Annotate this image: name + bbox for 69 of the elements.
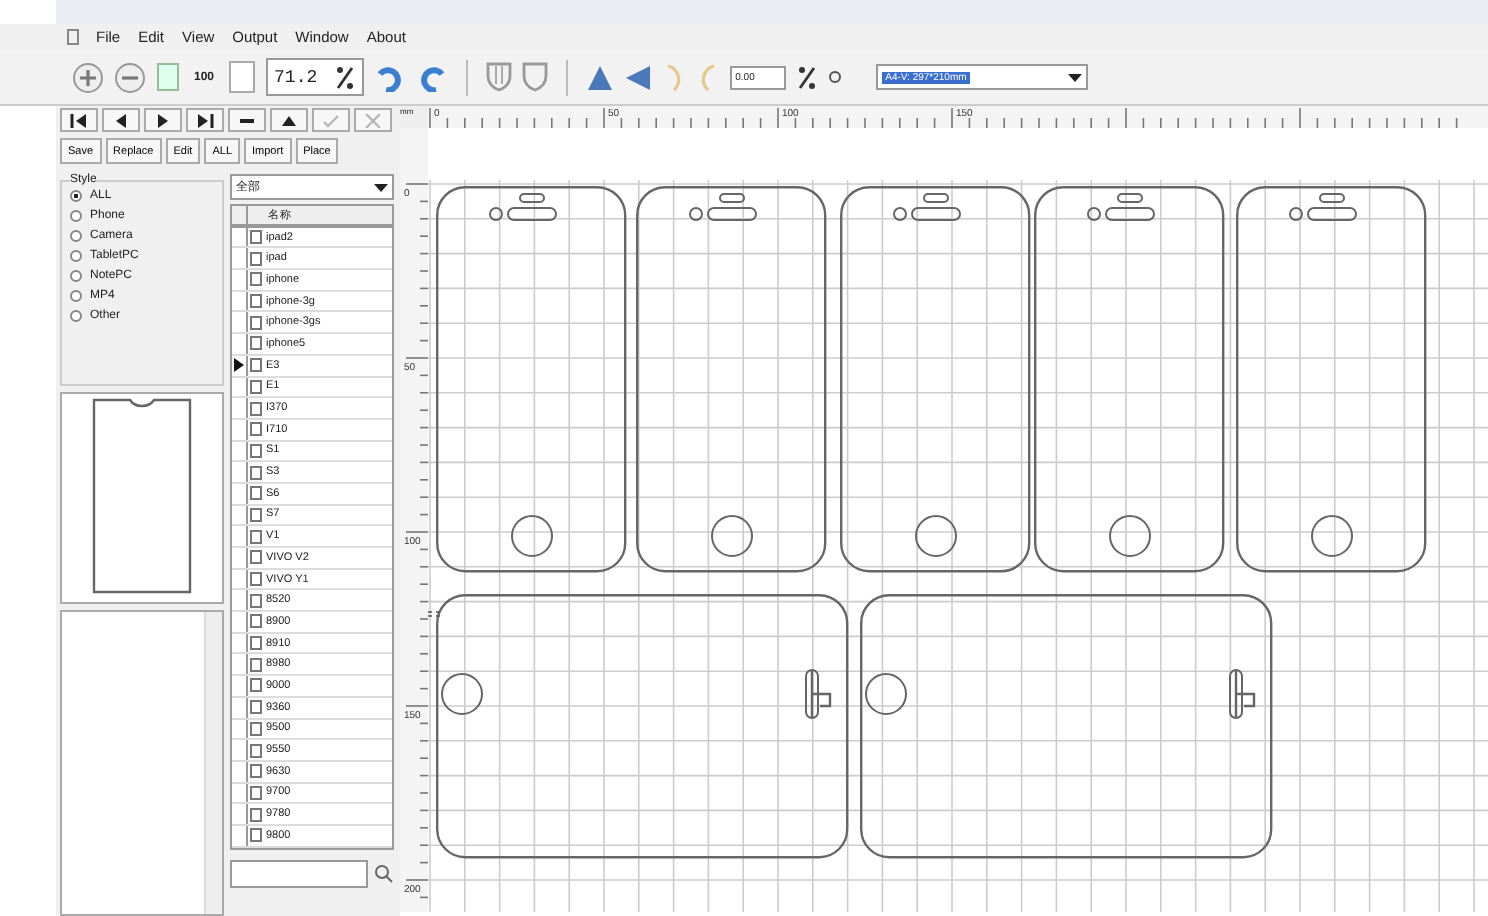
row-checkbox[interactable]	[250, 785, 262, 800]
phone-template[interactable]	[436, 594, 849, 859]
row-checkbox[interactable]	[250, 379, 262, 394]
row-checkbox[interactable]	[250, 336, 262, 351]
previous-icon	[112, 113, 130, 127]
scrollbar[interactable]	[204, 612, 222, 914]
next-icon	[154, 113, 172, 127]
row-checkbox[interactable]	[250, 465, 262, 480]
row-checkbox[interactable]	[250, 807, 262, 822]
skip-first-icon	[70, 113, 88, 127]
row-checkbox[interactable]	[250, 636, 262, 651]
row-checkbox[interactable]	[250, 721, 262, 736]
row-checkbox[interactable]	[250, 657, 262, 672]
row-checkbox[interactable]	[250, 401, 262, 416]
zoom-out-icon[interactable]	[114, 61, 146, 93]
row-checkbox[interactable]	[250, 550, 262, 565]
phone-template[interactable]	[636, 186, 827, 573]
row-checkbox[interactable]	[250, 507, 262, 522]
search-icon[interactable]	[372, 862, 394, 885]
phone-template[interactable]	[1236, 186, 1427, 573]
row-checkbox[interactable]	[250, 678, 262, 693]
row-checkbox[interactable]	[250, 230, 262, 245]
zoom-in-icon[interactable]	[72, 61, 104, 93]
minus-icon	[238, 113, 256, 127]
percent-icon	[333, 63, 356, 91]
phone-template[interactable]	[840, 186, 1031, 573]
next-nav-button[interactable]	[144, 108, 182, 132]
row-checkbox[interactable]	[250, 294, 262, 309]
row-checkbox[interactable]	[250, 443, 262, 458]
remove-nav-button[interactable]	[228, 108, 266, 132]
dropdown-arrow-icon	[374, 183, 388, 191]
zoom-field[interactable]: 71.2	[266, 58, 364, 96]
triangle-icon[interactable]	[585, 63, 614, 91]
row-checkbox[interactable]	[250, 358, 262, 373]
cross-icon	[364, 113, 382, 127]
row-checkbox[interactable]	[250, 529, 262, 544]
last-nav-button[interactable]	[186, 108, 224, 132]
app-icon	[64, 28, 82, 46]
row-checkbox[interactable]	[250, 251, 262, 266]
up-nav-button[interactable]	[270, 108, 308, 132]
percent-icon[interactable]	[795, 63, 818, 91]
skip-last-icon	[196, 113, 214, 127]
redo-icon[interactable]	[415, 63, 448, 91]
row-checkbox[interactable]	[250, 572, 262, 587]
shield-icon[interactable]	[485, 62, 512, 92]
row-checkbox[interactable]	[250, 743, 262, 758]
phone-template[interactable]	[436, 186, 627, 573]
row-checkbox[interactable]	[250, 700, 262, 715]
up-triangle-icon	[280, 113, 298, 127]
row-checkbox[interactable]	[250, 614, 262, 629]
blank-page-icon[interactable]	[228, 60, 257, 94]
prev-nav-button[interactable]	[102, 108, 140, 132]
row-checkbox[interactable]	[250, 593, 262, 608]
first-nav-button[interactable]	[60, 108, 98, 132]
row-checkbox[interactable]	[250, 315, 262, 330]
row-checkbox[interactable]	[250, 764, 262, 779]
degree-icon	[827, 70, 842, 84]
row-checkbox[interactable]	[250, 828, 262, 843]
triangle-icon[interactable]	[623, 63, 652, 91]
row-checkbox[interactable]	[250, 272, 262, 287]
row-checkbox[interactable]	[250, 486, 262, 501]
check-icon	[322, 113, 340, 127]
undo-icon[interactable]	[373, 63, 406, 91]
search-field[interactable]	[230, 859, 368, 888]
phone-template[interactable]	[1034, 186, 1225, 573]
phone-template[interactable]	[860, 594, 1273, 859]
shield-icon[interactable]	[521, 62, 548, 92]
row-checkbox[interactable]	[250, 422, 262, 437]
dropdown-arrow-icon	[1067, 73, 1082, 81]
